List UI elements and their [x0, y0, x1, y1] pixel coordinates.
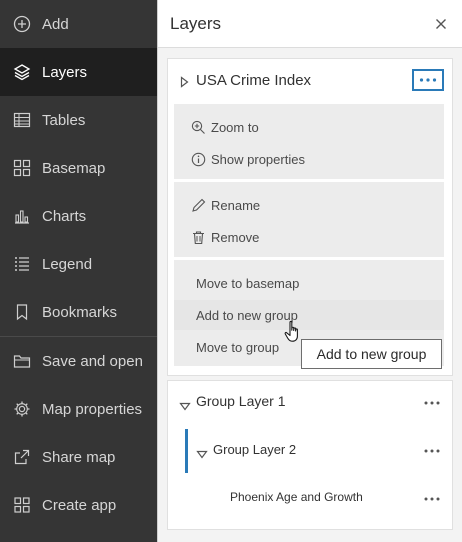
menu-item-label: Rename — [211, 197, 261, 213]
menu-item-label: Zoom to — [211, 119, 259, 135]
ellipsis-icon — [419, 78, 437, 82]
menu-item-label: Move to group — [196, 339, 280, 355]
layer-row[interactable]: USA Crime Index — [168, 59, 452, 103]
sidebar-item-label: Charts — [42, 207, 87, 225]
zoom-in-icon — [190, 119, 206, 135]
close-icon — [436, 19, 446, 29]
sidebar-item-map-properties[interactable]: Map properties — [0, 385, 157, 433]
sidebar-item-share-map[interactable]: Share map — [0, 433, 157, 481]
sidebar-item-legend[interactable]: Legend — [0, 240, 157, 288]
chart-icon — [13, 207, 31, 225]
ellipsis-icon — [424, 401, 440, 405]
sidebar-item-label: Save and open — [42, 352, 143, 370]
layer-menu-group-view: Zoom to Show properties — [174, 104, 444, 179]
basemap-icon — [13, 159, 31, 177]
menu-item-add-to-new-group[interactable]: Add to new group — [174, 300, 444, 330]
menu-item-remove[interactable]: Remove — [174, 222, 444, 252]
caret-down-icon[interactable] — [179, 398, 191, 416]
caret-right-icon[interactable] — [180, 75, 189, 93]
group-options-button[interactable] — [420, 444, 444, 458]
layer-options-button[interactable] — [420, 492, 444, 506]
menu-item-zoom-to[interactable]: Zoom to — [174, 112, 444, 142]
panel-title: Layers — [170, 14, 222, 33]
layer-name: Phoenix Age and Growth — [230, 490, 363, 504]
pencil-icon — [190, 197, 206, 213]
menu-item-rename[interactable]: Rename — [174, 190, 444, 220]
sidebar-item-label: Basemap — [42, 159, 106, 177]
trash-icon — [190, 229, 206, 245]
ellipsis-icon — [424, 449, 440, 453]
sidebar-item-label: Share map — [42, 448, 116, 466]
menu-item-label: Show properties — [211, 151, 305, 167]
plus-circle-icon — [13, 15, 31, 33]
tooltip: Add to new group — [301, 339, 442, 369]
sidebar-item-layers[interactable]: Layers — [0, 48, 157, 96]
sidebar-item-add[interactable]: Add — [0, 0, 157, 48]
menu-item-label: Move to basemap — [196, 275, 300, 291]
menu-item-move-to-basemap[interactable]: Move to basemap — [174, 268, 444, 298]
panel-header: Layers — [158, 0, 462, 48]
sidebar-item-label: Tables — [42, 111, 86, 129]
menu-item-show-properties[interactable]: Show properties — [174, 144, 444, 174]
sidebar-item-label: Legend — [42, 255, 93, 273]
sidebar-item-charts[interactable]: Charts — [0, 192, 157, 240]
sidebar-item-create-app[interactable]: Create app — [0, 481, 157, 529]
sidebar-item-label: Create app — [42, 496, 117, 514]
sidebar-item-basemap[interactable]: Basemap — [0, 144, 157, 192]
layer-card: USA Crime Index Zoom to Show properties — [167, 58, 453, 376]
folder-icon — [13, 352, 31, 370]
apps-icon — [13, 496, 31, 514]
sidebar: Add Layers Tables Basemap Charts Legend — [0, 0, 157, 542]
sidebar-item-save-and-open[interactable]: Save and open — [0, 337, 157, 385]
layers-icon — [13, 63, 31, 81]
group-layer-name: Group Layer 2 — [213, 442, 297, 457]
hand-cursor-icon — [284, 320, 302, 349]
bookmark-icon — [13, 303, 31, 321]
group-layer-row[interactable]: Group Layer 1 — [168, 381, 452, 425]
info-icon — [190, 151, 206, 167]
layer-row[interactable]: Phoenix Age and Growth — [168, 477, 452, 521]
group-layer-name: Group Layer 1 — [196, 393, 286, 409]
group-options-button[interactable] — [420, 396, 444, 410]
caret-down-icon[interactable] — [196, 446, 208, 464]
share-icon — [13, 448, 31, 466]
ellipsis-icon — [424, 497, 440, 501]
sidebar-item-bookmarks[interactable]: Bookmarks — [0, 288, 157, 336]
menu-item-label: Add to new group — [196, 307, 298, 323]
layers-panel: Layers USA Crime Index Zoom to Show prop… — [157, 0, 462, 542]
sidebar-item-label: Map properties — [42, 400, 143, 418]
group-layer-row[interactable]: Group Layer 2 — [168, 429, 452, 473]
layer-name: USA Crime Index — [196, 72, 312, 89]
sidebar-item-tables[interactable]: Tables — [0, 96, 157, 144]
legend-icon — [13, 255, 31, 273]
layer-options-button[interactable] — [412, 69, 444, 91]
sidebar-item-label: Layers — [42, 63, 88, 81]
sidebar-item-label: Add — [42, 15, 69, 33]
close-button[interactable] — [431, 14, 451, 34]
group-layers-card: Group Layer 1 Group Layer 2 Phoenix Age … — [167, 380, 453, 530]
gear-icon — [13, 400, 31, 418]
table-icon — [13, 111, 31, 129]
layer-menu-group-edit: Rename Remove — [174, 182, 444, 257]
sidebar-item-label: Bookmarks — [42, 303, 118, 321]
menu-item-label: Remove — [211, 229, 260, 245]
